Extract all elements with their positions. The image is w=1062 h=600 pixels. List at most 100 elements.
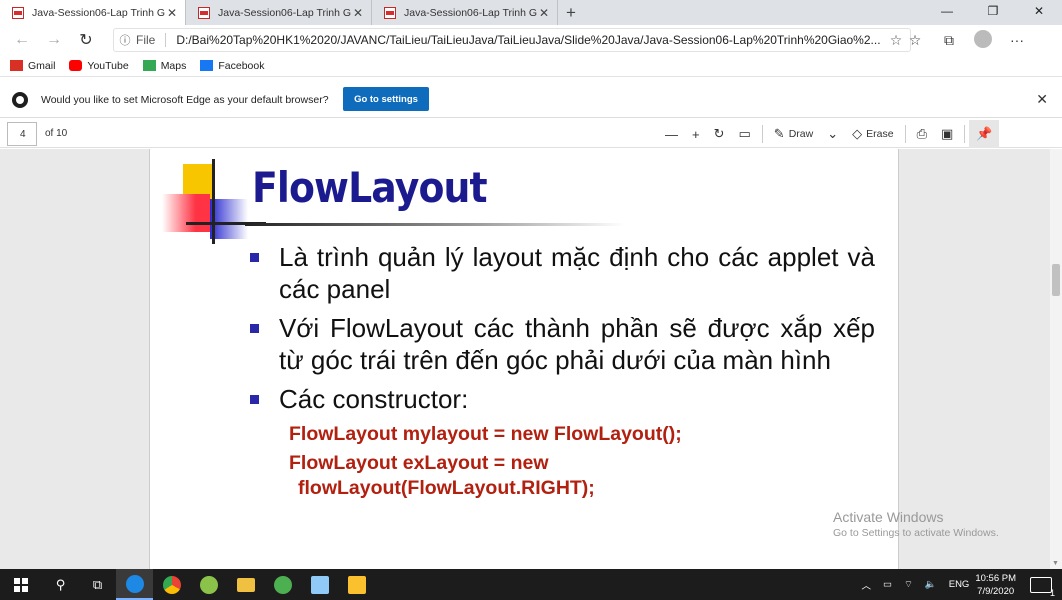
close-infobar-icon[interactable]: ✕ <box>1036 91 1048 108</box>
tab-title: Java-Session06-Lap Trinh Giao D <box>404 6 537 19</box>
start-button[interactable] <box>0 569 42 600</box>
toolbar-divider <box>964 125 966 143</box>
slide-decoration <box>212 159 215 244</box>
scroll-down-icon[interactable]: ▼ <box>1052 560 1059 567</box>
notifications-icon[interactable]: 1 <box>1030 576 1055 598</box>
wifi-icon[interactable]: ⌔ <box>904 579 913 590</box>
windows-logo-icon <box>14 577 28 592</box>
app-icon <box>347 575 366 594</box>
chevron-up-icon[interactable]: ︿ <box>861 578 871 592</box>
chevron-down-icon[interactable]: ⌄ <box>820 120 845 148</box>
slide-title: FlowLayout <box>252 163 488 212</box>
minimize-icon[interactable]: — <box>924 0 970 22</box>
bookmark-label: Gmail <box>28 59 56 72</box>
task-view-icon[interactable]: ⧉ <box>79 569 116 600</box>
watermark-subtitle: Go to Settings to activate Windows. <box>833 527 999 539</box>
toolbar-divider <box>904 125 906 143</box>
back-icon[interactable]: ← <box>6 25 38 55</box>
bullet-text: Với FlowLayout các thành phần sẽ được xắ… <box>279 313 875 375</box>
maps-icon <box>142 60 156 71</box>
profile-avatar[interactable] <box>966 29 1000 51</box>
collections-icon[interactable]: ⧉ <box>932 32 966 49</box>
pdf-icon <box>198 6 210 19</box>
youtube-icon <box>69 60 83 71</box>
go-to-settings-button[interactable]: Go to settings <box>343 87 429 111</box>
zoom-in-icon[interactable]: + <box>685 120 707 148</box>
browser-tab[interactable]: Java-Session06-Lap Trinh Giao D ✕ <box>0 0 186 25</box>
url-scheme: File <box>136 33 167 47</box>
browser-tab[interactable]: Java-Session06-Lap Trinh Giao D ✕ <box>186 0 372 25</box>
taskbar-edge[interactable] <box>116 569 153 600</box>
gmail-icon <box>10 60 23 71</box>
close-tab-icon[interactable]: ✕ <box>351 6 365 20</box>
taskbar-chrome[interactable] <box>153 569 190 600</box>
bullet-item: Với FlowLayout các thành phần sẽ được xắ… <box>250 312 875 376</box>
app-icon <box>273 575 292 594</box>
bookmark-facebook[interactable]: Facebook <box>200 59 265 72</box>
browser-tab[interactable]: Java-Session06-Lap Trinh Giao D ✕ <box>372 0 558 25</box>
forward-icon[interactable]: → <box>38 25 70 55</box>
address-bar: ← → ↻ ⓘ File D:/Bai%20Tap%20HK1%2020/JAV… <box>0 25 1062 55</box>
restore-icon[interactable]: ❐ <box>970 0 1016 22</box>
close-window-icon[interactable]: ✕ <box>1016 0 1062 22</box>
pdf-page: FlowLayout Là trình quản lý layout mặc đ… <box>149 149 899 569</box>
bookmark-label: YouTube <box>87 59 129 72</box>
print-icon[interactable]: ⎙ <box>910 120 934 148</box>
rotate-icon[interactable]: ↻ <box>707 120 732 148</box>
scrollbar-thumb[interactable] <box>1052 264 1060 296</box>
close-tab-icon[interactable]: ✕ <box>537 6 551 20</box>
volume-icon[interactable]: 🔈 <box>925 579 937 590</box>
bookmark-maps[interactable]: Maps <box>142 60 186 72</box>
taskbar-app[interactable] <box>301 569 338 600</box>
url-field[interactable]: ⓘ File D:/Bai%20Tap%20HK1%2020/JAVANC/Ta… <box>113 28 911 52</box>
refresh-icon[interactable]: ↻ <box>70 25 102 55</box>
save-icon[interactable]: ▣ <box>934 120 960 148</box>
fit-page-icon[interactable]: ▭ <box>732 120 758 148</box>
erase-label: Erase <box>866 128 894 140</box>
code-line: FlowLayout mylayout = new FlowLayout(); <box>289 423 682 445</box>
url-text[interactable]: D:/Bai%20Tap%20HK1%2020/JAVANC/TaiLieu/T… <box>176 33 882 47</box>
activate-windows-watermark: Activate Windows Go to Settings to activ… <box>833 509 999 539</box>
clock[interactable]: 10:56 PM 7/9/2020 <box>975 572 1016 598</box>
bullet-square-icon <box>250 395 259 404</box>
more-menu-icon[interactable]: ··· <box>1000 32 1034 48</box>
zoom-out-icon[interactable]: — <box>658 120 685 148</box>
taskbar-app[interactable] <box>338 569 375 600</box>
bookmark-gmail[interactable]: Gmail <box>10 60 55 72</box>
tab-title: Java-Session06-Lap Trinh Giao D <box>32 6 165 19</box>
language-indicator[interactable]: ENG <box>949 579 970 590</box>
battery-icon[interactable]: ▭ <box>883 579 892 590</box>
erase-button[interactable]: ◇ Erase <box>845 120 900 148</box>
bullet-item: Các constructor: <box>250 383 875 415</box>
page-count: of 10 <box>45 128 68 139</box>
search-icon[interactable]: ⚲ <box>42 569 79 600</box>
favorites-icon[interactable]: ☆ <box>898 32 932 49</box>
taskbar-explorer[interactable] <box>227 569 264 600</box>
pin-toolbar-icon[interactable]: 📌 <box>969 120 1000 148</box>
info-icon[interactable]: ⓘ <box>114 32 136 48</box>
bookmark-youtube[interactable]: YouTube <box>69 59 129 72</box>
close-tab-icon[interactable]: ✕ <box>165 6 179 20</box>
notification-count: 1 <box>1049 587 1055 598</box>
bookmark-label: Facebook <box>218 59 265 72</box>
draw-button[interactable]: ✎ Draw <box>767 120 820 148</box>
facebook-icon <box>200 60 214 71</box>
bullet-square-icon <box>250 324 259 333</box>
page-number-input[interactable]: 4 <box>7 122 37 146</box>
infobar-message: Would you like to set Microsoft Edge as … <box>41 93 329 106</box>
bookmarks-bar: Gmail YouTube Maps Facebook <box>0 55 1062 77</box>
bullet-item: Là trình quản lý layout mặc định cho các… <box>250 241 875 305</box>
taskbar-app[interactable] <box>190 569 227 600</box>
pdf-icon <box>12 6 24 19</box>
scrollbar[interactable]: ▼ <box>1050 149 1062 569</box>
pdf-icon <box>384 6 396 19</box>
chrome-icon <box>162 575 181 594</box>
edge-icon <box>125 574 144 593</box>
taskbar-app[interactable] <box>264 569 301 600</box>
code-line: FlowLayout exLayout = new <box>289 452 549 474</box>
draw-label: Draw <box>788 128 814 140</box>
tab-title: Java-Session06-Lap Trinh Giao D <box>218 6 351 19</box>
toolbar-divider <box>761 125 763 143</box>
new-tab-button[interactable]: + <box>558 0 584 25</box>
slide-decoration <box>162 194 210 232</box>
